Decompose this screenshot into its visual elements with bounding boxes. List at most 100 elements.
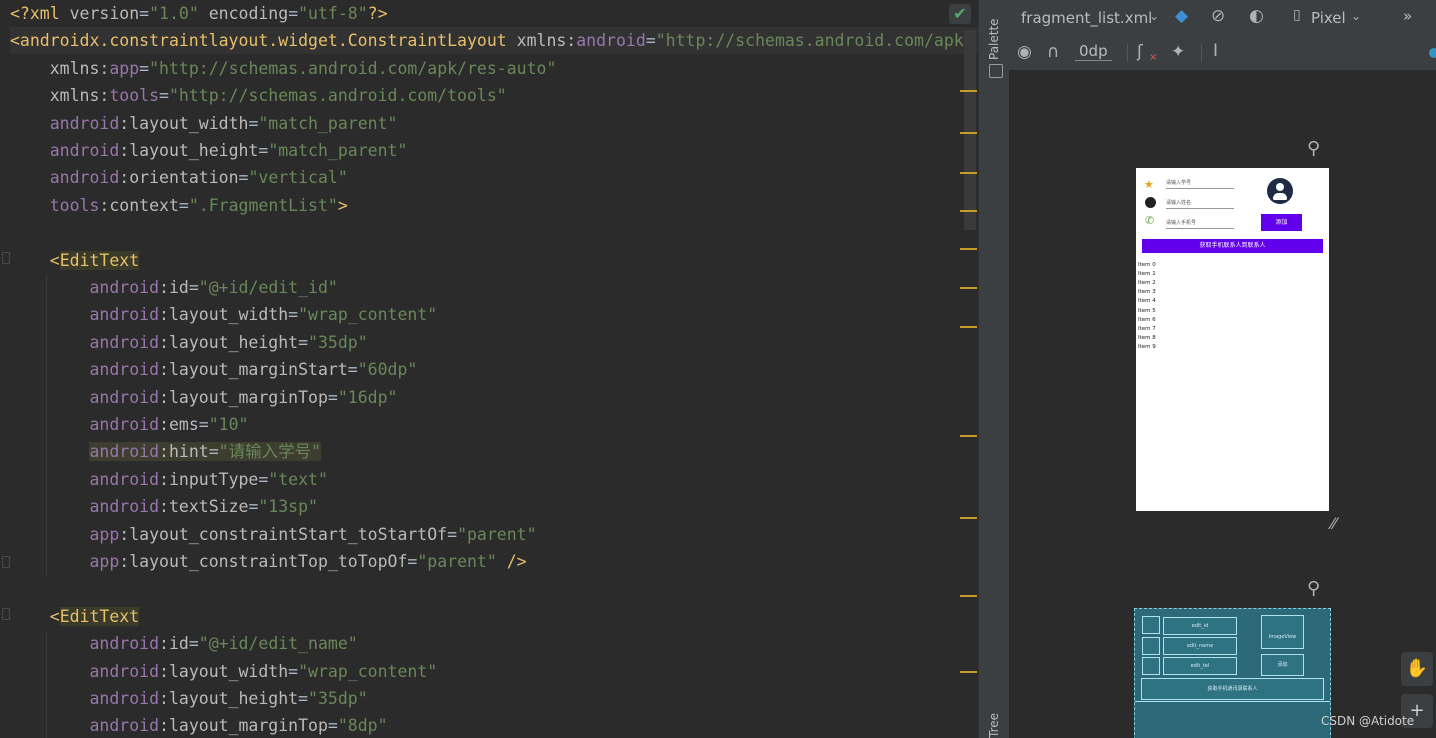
fold-marker[interactable] bbox=[2, 608, 10, 620]
phone-preview[interactable]: ★ 请输入学号 请输入姓名 ✆ 请输入手机号 添加 获取手机联系人到联系人 It… bbox=[1136, 168, 1329, 511]
code-token: "10" bbox=[208, 415, 249, 434]
error-stripe-mark[interactable] bbox=[960, 210, 977, 212]
code-line[interactable]: app:layout_constraintStart_toStartOf="pa… bbox=[10, 521, 536, 548]
code-line[interactable]: android:id="@+id/edit_name" bbox=[10, 630, 357, 657]
person-icon bbox=[1145, 197, 1156, 208]
fold-marker[interactable] bbox=[2, 556, 10, 568]
edit-id-hint[interactable]: 请输入学号 bbox=[1166, 179, 1191, 186]
file-name-dropdown[interactable]: fragment_list.xml bbox=[1021, 9, 1152, 27]
error-stripe-mark[interactable] bbox=[960, 172, 977, 174]
code-token: android bbox=[89, 716, 160, 736]
list-item[interactable]: Item 3 bbox=[1138, 289, 1156, 295]
code-token: android bbox=[89, 415, 160, 434]
code-token: "8dp" bbox=[337, 716, 388, 736]
editor-scrollbar[interactable] bbox=[964, 30, 976, 230]
resize-handle-icon[interactable]: ⁄⁄ bbox=[1331, 514, 1336, 533]
code-token: = bbox=[407, 552, 418, 571]
error-stripe-mark[interactable] bbox=[960, 132, 977, 134]
code-line[interactable]: android:layout_height="match_parent" bbox=[10, 137, 408, 164]
blueprint-add-button[interactable]: 添加 bbox=[1261, 654, 1304, 676]
check-icon[interactable]: ✔ bbox=[949, 4, 971, 24]
code-line[interactable]: android:inputType="text" bbox=[10, 466, 327, 493]
blueprint-image-view[interactable]: ImageView bbox=[1261, 615, 1304, 649]
palette-tab[interactable]: Palette bbox=[987, 18, 1001, 60]
code-line[interactable]: android:layout_marginTop="16dp" bbox=[10, 384, 397, 411]
code-line[interactable]: android:layout_width="match_parent" bbox=[10, 110, 398, 137]
error-stripe-mark[interactable] bbox=[960, 517, 977, 519]
code-line[interactable]: tools:context=".FragmentList"> bbox=[10, 192, 348, 219]
code-token: = bbox=[298, 332, 309, 352]
code-token: android bbox=[89, 689, 160, 708]
import-contacts-button[interactable]: 获取手机联系人到联系人 bbox=[1142, 239, 1323, 253]
magnet-icon[interactable]: ∩ bbox=[1047, 42, 1059, 62]
error-stripe-mark[interactable] bbox=[960, 671, 977, 673]
code-line[interactable]: android:hint="请输入学号" bbox=[10, 438, 322, 465]
phone-icon: ✆ bbox=[1145, 214, 1155, 227]
code-line[interactable]: xmlns:tools="http://schemas.android.com/… bbox=[10, 82, 507, 109]
code-line[interactable]: <EditText bbox=[10, 247, 140, 274]
code-line[interactable]: xmlns:app="http://schemas.android.com/ap… bbox=[10, 55, 557, 82]
error-stripe-mark[interactable] bbox=[960, 287, 977, 289]
error-stripe-mark[interactable] bbox=[960, 326, 977, 328]
blueprint-edit-name[interactable]: edit_name bbox=[1163, 637, 1237, 655]
device-dropdown[interactable]: Pixel bbox=[1311, 9, 1346, 27]
rotate-icon[interactable]: ⊘ bbox=[1211, 6, 1225, 26]
code-line[interactable]: <EditText bbox=[10, 603, 140, 630]
code-line[interactable]: android:layout_width="wrap_content" bbox=[10, 658, 437, 685]
list-item[interactable]: Item 9 bbox=[1138, 344, 1156, 350]
add-button[interactable]: 添加 bbox=[1261, 214, 1302, 231]
fold-marker[interactable] bbox=[2, 252, 10, 264]
magic-wand-icon[interactable]: ✦ bbox=[1171, 42, 1185, 62]
code-line[interactable]: android:layout_height="35dp" bbox=[10, 685, 367, 712]
code-line[interactable]: <?xml version="1.0" encoding="utf-8"?> bbox=[10, 0, 388, 27]
list-item[interactable]: Item 8 bbox=[1138, 335, 1156, 341]
component-tree-tab[interactable]: Tree bbox=[987, 713, 1001, 738]
code-token: = bbox=[298, 689, 309, 708]
overflow-icon[interactable]: » bbox=[1403, 7, 1412, 25]
pan-hand-icon[interactable]: ✋ bbox=[1401, 652, 1433, 686]
code-token: = bbox=[198, 415, 209, 434]
list-item[interactable]: Item 6 bbox=[1138, 317, 1156, 323]
code-line[interactable]: android:layout_width="wrap_content" bbox=[10, 301, 437, 328]
default-margin-field[interactable]: 0dp bbox=[1075, 42, 1112, 61]
info-icon[interactable] bbox=[1429, 48, 1436, 58]
clear-constraints-icon[interactable]: ʃ bbox=[1137, 42, 1143, 62]
edit-tel-hint[interactable]: 请输入手机号 bbox=[1166, 219, 1196, 226]
blueprint-import-button[interactable]: 获取手机通讯录联系人 bbox=[1141, 678, 1324, 700]
list-item[interactable]: Item 4 bbox=[1138, 298, 1156, 304]
error-stripe-mark[interactable] bbox=[960, 595, 977, 597]
theme-icon[interactable]: ◐ bbox=[1249, 6, 1264, 26]
code-line[interactable]: android:id="@+id/edit_id" bbox=[10, 274, 337, 301]
error-stripe-mark[interactable] bbox=[960, 435, 977, 437]
edit-name-hint[interactable]: 请输入姓名 bbox=[1166, 199, 1191, 206]
toolbar-divider bbox=[1201, 44, 1202, 62]
code-token: android bbox=[89, 305, 160, 325]
error-stripe-mark[interactable] bbox=[960, 90, 977, 92]
code-line[interactable]: android:layout_height="35dp" bbox=[10, 329, 367, 356]
list-item[interactable]: Item 5 bbox=[1138, 308, 1156, 314]
wrench-icon[interactable]: ⚲ bbox=[1307, 138, 1320, 159]
error-stripe-mark[interactable] bbox=[960, 248, 977, 250]
list-item[interactable]: Item 1 bbox=[1138, 271, 1156, 277]
baseline-icon[interactable]: I bbox=[1213, 41, 1218, 61]
list-item[interactable]: Item 7 bbox=[1138, 326, 1156, 332]
code-line[interactable]: android:layout_marginTop="8dp" bbox=[10, 712, 388, 738]
code-line[interactable]: android:textSize="13sp" bbox=[10, 493, 318, 520]
layers-icon[interactable]: ◆ bbox=[1175, 6, 1188, 26]
code-editor[interactable]: <?xml version="1.0" encoding="utf-8"?> <a… bbox=[0, 0, 978, 738]
blueprint-edit-tel[interactable]: edit_tel bbox=[1163, 657, 1237, 675]
list-item[interactable]: Item 0 bbox=[1138, 262, 1156, 268]
list-item[interactable]: Item 2 bbox=[1138, 280, 1156, 286]
code-line[interactable]: <androidx.constraintlayout.widget.Constr… bbox=[10, 27, 978, 55]
code-line[interactable]: app:layout_constraintTop_toTopOf="parent… bbox=[10, 548, 526, 575]
wrench-icon[interactable]: ⚲ bbox=[1307, 578, 1320, 599]
blueprint-preview[interactable]: edit_id edit_name edit_tel ImageView 添加 … bbox=[1134, 608, 1331, 738]
code-line[interactable]: android:orientation="vertical" bbox=[10, 164, 348, 191]
blueprint-edit-id[interactable]: edit_id bbox=[1163, 617, 1237, 635]
eye-icon[interactable]: ◉ bbox=[1017, 42, 1032, 62]
code-token: "http://schemas.android.com/apk/ bbox=[655, 31, 974, 51]
code-token: :layout_marginTop bbox=[159, 716, 328, 736]
code-line[interactable]: android:layout_marginStart="60dp" bbox=[10, 356, 417, 383]
